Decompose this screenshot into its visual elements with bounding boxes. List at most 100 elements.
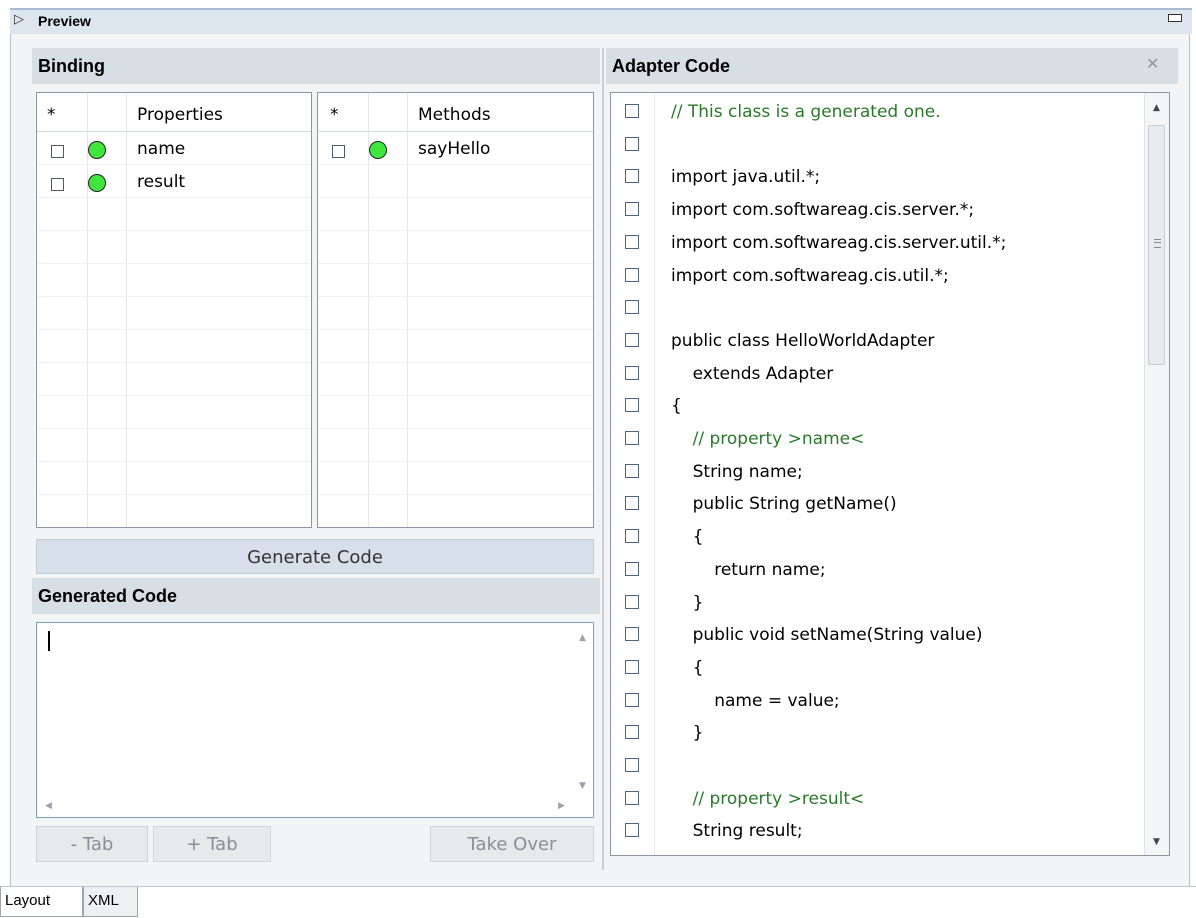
adapter-code-vscroll[interactable]: ▲ ▼ [1144,93,1169,855]
scroll-down-icon[interactable]: ▼ [579,781,586,791]
scroll-up-icon[interactable]: ▲ [579,633,586,643]
adapter-code-header: Adapter Code [606,48,1178,84]
code-line[interactable]: public void setName(String value) [611,619,1141,651]
code-text: String result; [671,821,803,842]
code-text: import com.softwareag.cis.util.*; [671,265,949,286]
property-row-checkbox[interactable] [51,178,64,191]
code-text: { [671,657,704,678]
method-row-checkbox[interactable] [332,145,345,158]
code-line[interactable]: public String getName() [611,488,1141,520]
binding-header: Binding [32,48,600,84]
tab-xml[interactable]: XML [83,887,138,917]
code-line-checkbox[interactable] [625,267,639,282]
window-title: Preview [38,13,91,29]
code-line-checkbox[interactable] [625,332,639,347]
code-line[interactable] [611,750,1141,782]
code-line[interactable]: String result; [611,815,1141,847]
code-line[interactable] [611,292,1141,324]
code-line-checkbox[interactable] [625,561,639,576]
code-line[interactable]: extends Adapter [611,358,1141,390]
code-line-checkbox[interactable] [625,758,639,772]
method-row[interactable]: sayHello [318,131,593,164]
property-row[interactable]: name [37,131,311,164]
methods-select-all-header[interactable]: * [330,93,339,131]
code-text: } [671,592,704,613]
code-line-checkbox[interactable] [625,529,639,544]
code-line[interactable]: import com.softwareag.cis.util.*; [611,260,1141,292]
bottom-tab-bar: Layout XML [0,886,1196,918]
code-line-checkbox[interactable] [625,790,639,805]
code-text: return name; [671,559,826,580]
properties-column-header[interactable]: Properties [137,93,223,131]
code-line-checkbox[interactable] [625,725,639,740]
code-line[interactable] [611,129,1141,161]
code-line[interactable]: } [611,717,1141,749]
property-row[interactable]: result [37,164,311,197]
code-line[interactable]: import com.softwareag.cis.server.*; [611,194,1141,226]
adapter-code-editor[interactable]: // This class is a generated one. import … [610,92,1170,856]
code-line[interactable]: import com.softwareag.cis.server.util.*; [611,227,1141,259]
property-row-checkbox[interactable] [51,145,64,158]
adapter-code-title: Adapter Code [612,56,731,76]
code-line-checkbox[interactable] [625,398,639,413]
code-line-checkbox[interactable] [625,594,639,609]
scroll-down-icon[interactable]: ▼ [1153,837,1160,847]
code-line[interactable]: { [611,390,1141,422]
status-dot-icon [88,141,106,159]
scroll-right-icon[interactable]: ▶ [558,801,565,811]
generated-code-hscroll[interactable]: ◀ ▶ [37,797,573,817]
tab-layout[interactable]: Layout [0,887,83,917]
code-line-checkbox[interactable] [625,659,639,674]
generated-code-textarea[interactable]: ▲ ▼ ◀ ▶ [36,622,594,818]
code-line-checkbox[interactable] [625,365,639,380]
code-line[interactable]: } [611,587,1141,619]
code-comment-text: // This class is a generated one. [671,102,941,122]
code-line-checkbox[interactable] [625,692,639,707]
code-text: { [671,527,704,548]
properties-select-all-header[interactable]: * [47,93,56,131]
code-line-checkbox[interactable] [625,169,639,184]
code-line[interactable]: return name; [611,554,1141,586]
panel-separator[interactable] [602,48,604,870]
code-line[interactable]: public class HelloWorldAdapter [611,325,1141,357]
minimize-icon[interactable] [1168,14,1182,22]
code-line[interactable]: { [611,521,1141,553]
code-line-checkbox[interactable] [625,234,639,249]
plus-tab-button[interactable]: + Tab [153,826,271,862]
code-text: import com.softwareag.cis.server.*; [671,200,975,221]
code-line[interactable]: String name; [611,456,1141,488]
generate-code-button[interactable]: Generate Code [36,539,594,574]
generated-code-title: Generated Code [38,586,178,606]
code-text: public class HelloWorldAdapter [671,330,935,351]
code-line[interactable]: // property >name< [611,423,1141,455]
code-line-checkbox[interactable] [625,463,639,478]
take-over-button[interactable]: Take Over [430,826,594,862]
scrollbar-thumb[interactable] [1148,125,1165,365]
code-line-checkbox[interactable] [625,104,639,118]
minus-tab-button[interactable]: - Tab [36,826,148,862]
scroll-up-icon[interactable]: ▲ [1153,103,1160,113]
code-line[interactable]: // property >result< [611,783,1141,815]
code-line-checkbox[interactable] [625,627,639,642]
generated-code-header: Generated Code [32,578,600,614]
scroll-left-icon[interactable]: ◀ [45,801,52,811]
code-line[interactable]: { [611,652,1141,684]
code-line-checkbox[interactable] [625,300,639,315]
code-line[interactable]: // This class is a generated one. [611,96,1141,128]
code-line[interactable]: name = value; [611,685,1141,717]
code-line-checkbox[interactable] [625,431,639,445]
code-line-checkbox[interactable] [625,202,639,217]
properties-header: * Properties [37,93,311,132]
properties-table: * Properties name result [36,92,312,528]
code-comment-text: // property >name< [671,429,865,449]
generated-code-vscroll[interactable]: ▲ ▼ [573,623,593,797]
preview-titlebar: ▷ Preview [10,8,1192,34]
code-line-checkbox[interactable] [625,496,639,511]
code-line-checkbox[interactable] [625,136,639,151]
methods-column-header[interactable]: Methods [418,93,491,131]
code-line[interactable]: import java.util.*; [611,161,1141,193]
code-text: String name; [671,461,803,482]
expand-triangle-icon[interactable]: ▷ [14,12,24,27]
close-icon[interactable]: ✕ [1146,54,1159,73]
code-line-checkbox[interactable] [625,823,639,838]
